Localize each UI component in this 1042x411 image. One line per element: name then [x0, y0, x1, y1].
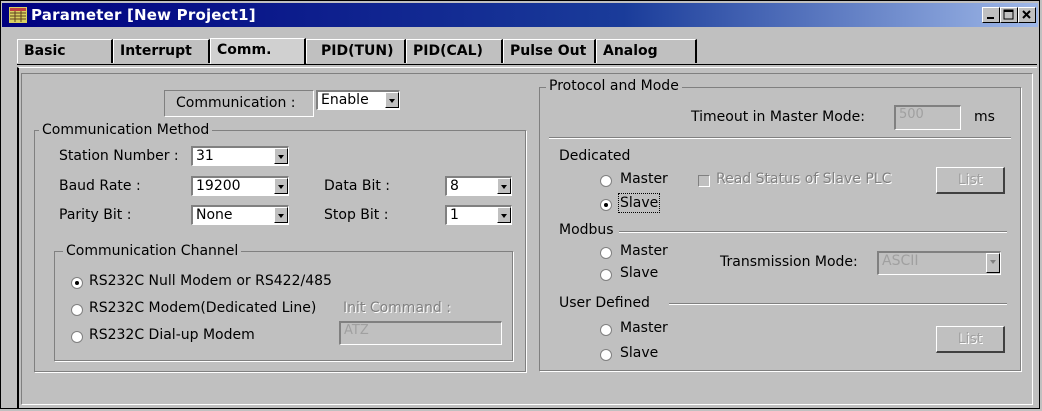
- parity-bit-label: Parity Bit :: [59, 207, 132, 223]
- protocol-mode-label: Protocol and Mode: [546, 78, 682, 94]
- station-number-value: 31: [196, 148, 214, 164]
- tab-label: Basic: [24, 43, 66, 59]
- tab-label: Interrupt: [120, 43, 192, 59]
- dedicated-list-label: List: [957, 172, 983, 188]
- data-bit-label: Data Bit :: [324, 178, 391, 194]
- tab-pulse-out[interactable]: Pulse Out: [503, 39, 596, 63]
- chevron-down-icon[interactable]: [986, 253, 1000, 273]
- title-bar[interactable]: Parameter [New Project1]: [2, 3, 1038, 27]
- tab-divider: [17, 64, 697, 65]
- transmission-mode-label: Transmission Mode:: [720, 254, 858, 270]
- init-command-input[interactable]: ATZ: [339, 321, 502, 345]
- modbus-slave-label[interactable]: Slave: [620, 265, 658, 281]
- user-defined-master-radio[interactable]: [600, 324, 612, 336]
- close-button[interactable]: [1018, 7, 1036, 23]
- tab-label: Pulse Out: [510, 43, 587, 59]
- timeout-label: Timeout in Master Mode:: [691, 109, 865, 125]
- window-title: Parameter [New Project1]: [31, 6, 256, 24]
- baud-rate-label: Baud Rate :: [59, 178, 141, 194]
- data-bit-select[interactable]: 8: [445, 176, 512, 196]
- tab-basic[interactable]: Basic: [17, 39, 113, 63]
- communication-select[interactable]: Enable: [316, 90, 400, 110]
- parity-bit-select[interactable]: None: [191, 205, 289, 225]
- tab-pid-cal[interactable]: PID(CAL): [406, 39, 503, 63]
- dedicated-slave-label[interactable]: Slave: [617, 193, 661, 213]
- dedicated-master-label[interactable]: Master: [620, 171, 668, 187]
- tab-label: Comm.: [217, 42, 272, 58]
- station-number-label: Station Number :: [59, 148, 179, 164]
- data-bit-value: 8: [450, 178, 459, 194]
- stop-bit-label: Stop Bit :: [324, 207, 389, 223]
- channel-dialup-radio[interactable]: [71, 331, 83, 343]
- user-defined-list-label: List: [957, 331, 983, 347]
- user-defined-list-button[interactable]: List: [936, 326, 1005, 353]
- user-defined-slave-radio[interactable]: [600, 349, 612, 361]
- parity-bit-value: None: [196, 207, 233, 223]
- maximize-icon: [1003, 9, 1014, 20]
- baud-rate-select[interactable]: 19200: [191, 176, 289, 196]
- divider: [549, 137, 1011, 139]
- modbus-master-radio[interactable]: [600, 247, 612, 259]
- tab-divider: [697, 64, 1037, 65]
- read-status-label: Read Status of Slave PLC: [716, 171, 892, 187]
- stop-bit-select[interactable]: 1: [445, 205, 512, 225]
- minimize-button[interactable]: [982, 7, 1000, 23]
- baud-rate-value: 19200: [196, 178, 241, 194]
- divider: [669, 303, 1007, 305]
- dedicated-list-button[interactable]: List: [936, 167, 1005, 194]
- station-number-select[interactable]: 31: [191, 146, 289, 166]
- dedicated-label: Dedicated: [559, 148, 631, 164]
- user-defined-slave-label[interactable]: Slave: [620, 345, 658, 361]
- dedicated-master-radio[interactable]: [600, 175, 612, 187]
- tab-analog[interactable]: Analog: [596, 39, 697, 63]
- transmission-mode-select[interactable]: ASCII: [877, 251, 1001, 275]
- channel-null-modem-label[interactable]: RS232C Null Modem or RS422/485: [89, 273, 332, 289]
- maximize-button[interactable]: [1000, 7, 1018, 23]
- chevron-down-icon[interactable]: [274, 148, 288, 164]
- init-command-label: Init Command :: [343, 300, 451, 316]
- stop-bit-value: 1: [450, 207, 459, 223]
- timeout-input[interactable]: 500: [894, 105, 961, 130]
- divider: [619, 231, 1007, 233]
- channel-null-modem-radio[interactable]: [71, 277, 83, 289]
- tab-label: Analog: [603, 43, 658, 59]
- app-icon: [9, 7, 27, 23]
- communication-value: Enable: [321, 92, 369, 108]
- channel-dedicated-line-radio[interactable]: [71, 304, 83, 316]
- chevron-down-icon[interactable]: [497, 207, 511, 223]
- chevron-down-icon[interactable]: [274, 207, 288, 223]
- init-command-value: ATZ: [344, 323, 369, 338]
- channel-dialup-label[interactable]: RS232C Dial-up Modem: [89, 327, 255, 343]
- communication-method-label: Communication Method: [39, 122, 213, 138]
- channel-dedicated-line-label[interactable]: RS232C Modem(Dedicated Line): [89, 300, 316, 316]
- modbus-master-label[interactable]: Master: [620, 243, 668, 259]
- chevron-down-icon[interactable]: [497, 178, 511, 194]
- read-status-checkbox[interactable]: [698, 175, 710, 187]
- communication-channel-label: Communication Channel: [63, 243, 242, 259]
- minimize-icon: [987, 17, 994, 19]
- modbus-label: Modbus: [559, 222, 614, 238]
- parameter-window: Parameter [New Project1] Basic Interrupt…: [0, 0, 1040, 409]
- timeout-unit: ms: [974, 109, 995, 125]
- user-defined-master-label[interactable]: Master: [620, 320, 668, 336]
- user-defined-label: User Defined: [559, 295, 650, 311]
- tab-pid-tun[interactable]: PID(TUN): [306, 39, 406, 63]
- chevron-down-icon[interactable]: [385, 92, 399, 108]
- timeout-value: 500: [899, 107, 924, 122]
- tab-label: PID(CAL): [413, 43, 483, 59]
- chevron-down-icon[interactable]: [274, 178, 288, 194]
- communication-label: Communication :: [176, 95, 296, 111]
- dedicated-slave-radio[interactable]: [600, 199, 612, 211]
- tab-interrupt[interactable]: Interrupt: [113, 39, 210, 63]
- close-icon: [1022, 10, 1031, 19]
- tab-label: PID(TUN): [321, 43, 394, 59]
- modbus-slave-radio[interactable]: [600, 269, 612, 281]
- transmission-mode-value: ASCII: [882, 253, 919, 269]
- tab-comm[interactable]: Comm.: [210, 38, 306, 65]
